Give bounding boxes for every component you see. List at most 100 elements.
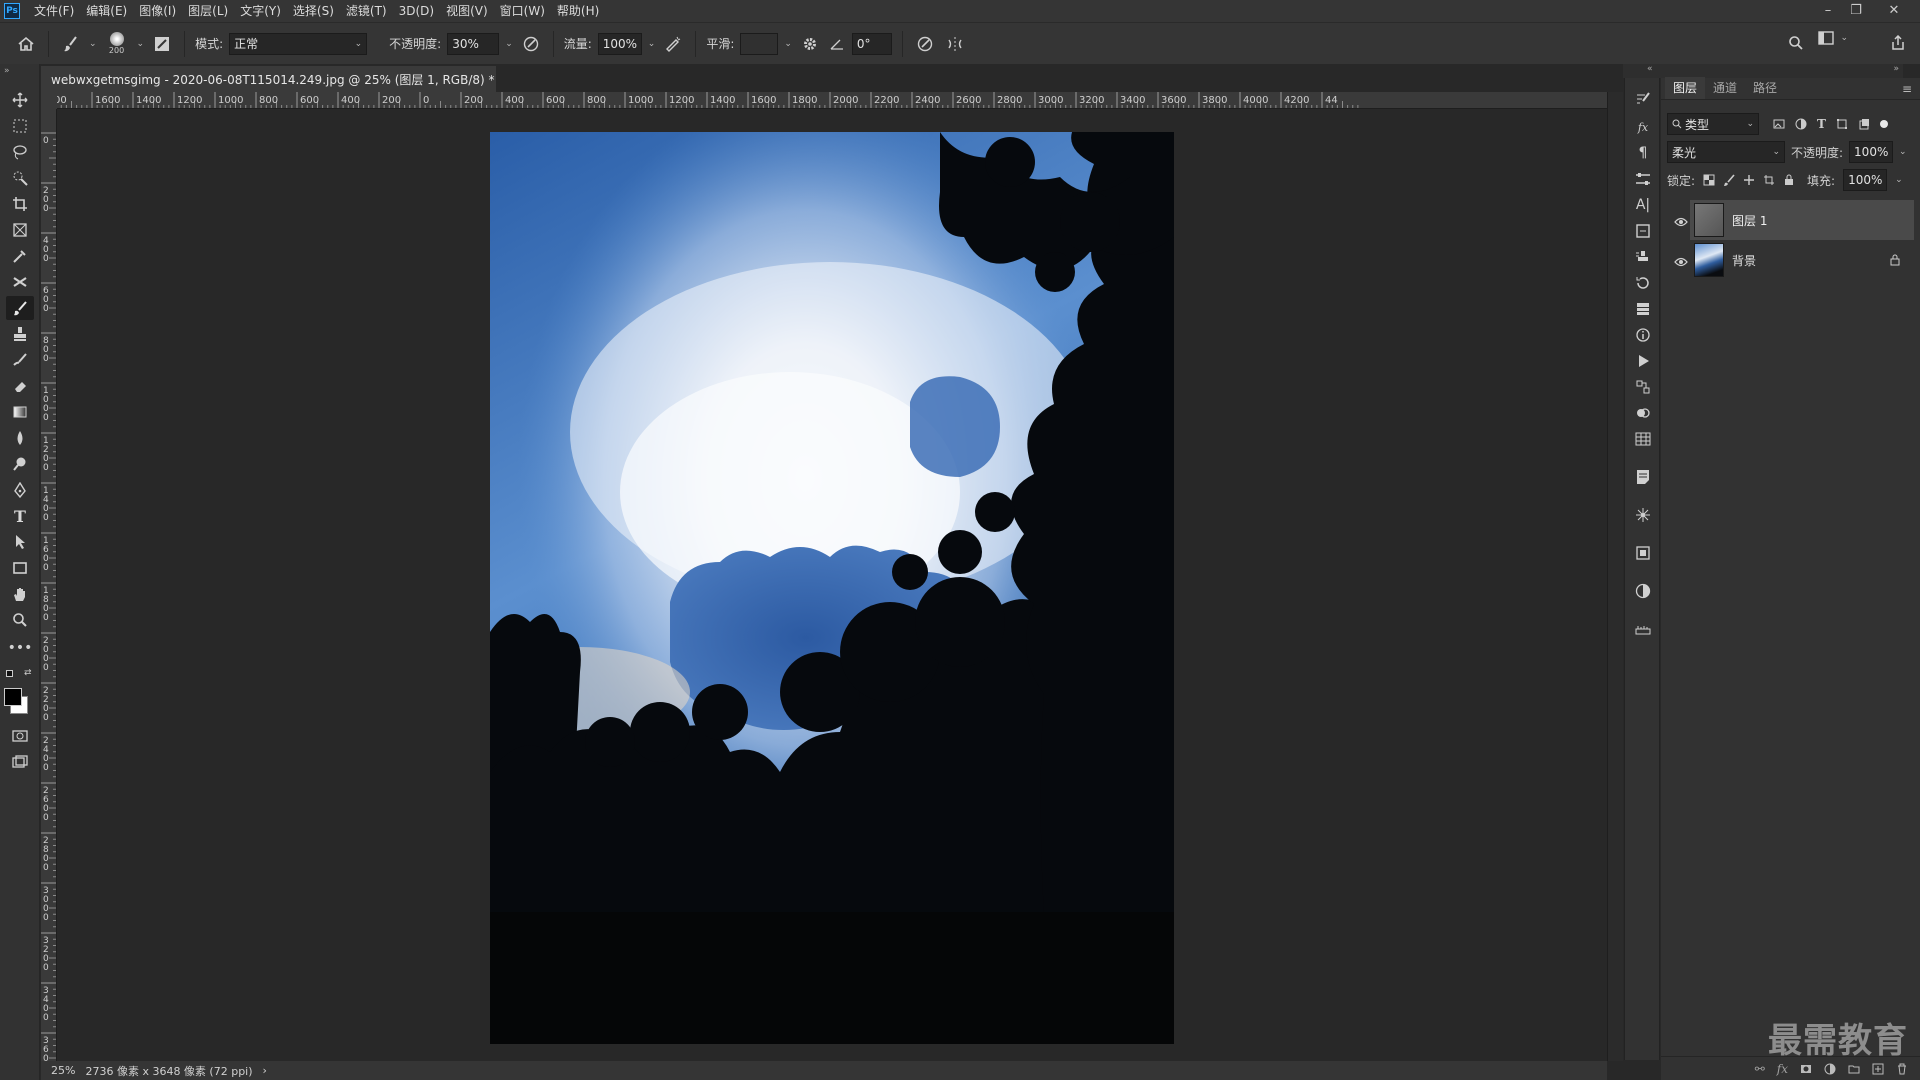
status-menu-arrow[interactable]: › [263, 1064, 267, 1077]
trash-icon[interactable] [1896, 1063, 1908, 1075]
properties-icon[interactable] [1631, 542, 1655, 564]
flow-dropdown-icon[interactable]: ⌄ [648, 39, 656, 49]
menu-item[interactable]: 文件(F) [28, 0, 80, 22]
table-grid-icon[interactable] [1631, 428, 1655, 450]
layer-opacity-dropdown-icon[interactable]: ⌄ [1899, 147, 1907, 157]
path-selection-tool-icon[interactable] [6, 530, 34, 554]
pressure-size-icon[interactable] [913, 32, 937, 56]
marquee-tool-icon[interactable] [6, 114, 34, 138]
gear-icon[interactable] [798, 32, 822, 56]
info-icon[interactable] [1631, 324, 1655, 346]
lock-image-brush-icon[interactable] [1723, 174, 1735, 186]
collapse-dock-icon[interactable]: « [1647, 64, 1653, 74]
healing-brush-tool-icon[interactable] [6, 270, 34, 294]
new-group-icon[interactable] [1848, 1063, 1860, 1075]
clone-source-icon[interactable] [1631, 246, 1655, 268]
menu-item[interactable]: 帮助(H) [551, 0, 605, 22]
glyphs-icon[interactable] [1631, 220, 1655, 242]
frame-tool-icon[interactable] [6, 218, 34, 242]
brush-tool-icon[interactable] [6, 296, 34, 320]
add-layer-style-icon[interactable]: fx [1777, 1062, 1788, 1076]
expand-dock-icon[interactable]: » [1893, 64, 1899, 74]
character-icon[interactable]: A| [1631, 194, 1655, 216]
add-mask-icon[interactable] [1800, 1063, 1812, 1075]
clone-stamp-tool-icon[interactable] [6, 322, 34, 346]
lock-artboard-icon[interactable] [1763, 174, 1775, 186]
layer-row[interactable]: 背景 [1690, 240, 1914, 280]
default-colors-icon[interactable]: ⇄ [6, 668, 34, 682]
adjustments-sliders-icon[interactable] [1631, 168, 1655, 190]
new-adjustment-layer-icon[interactable] [1824, 1063, 1836, 1075]
layer-opacity-input[interactable]: 100% [1849, 141, 1894, 163]
chevron-down-icon[interactable]: ⌄ [137, 39, 145, 49]
restore-button[interactable]: ❐ [1842, 0, 1870, 20]
menu-item[interactable]: 编辑(E) [80, 0, 133, 22]
pen-tool-icon[interactable] [6, 478, 34, 502]
menu-item[interactable]: 图像(I) [133, 0, 182, 22]
eyedropper-tool-icon[interactable] [6, 244, 34, 268]
filter-shape-icon[interactable] [1836, 118, 1848, 130]
foreground-color-swatch[interactable] [4, 688, 22, 706]
paragraph-icon[interactable]: ¶ [1631, 142, 1655, 164]
visibility-eye-icon[interactable] [1673, 214, 1689, 230]
menu-item[interactable]: 窗口(W) [494, 0, 551, 22]
symmetry-icon[interactable] [943, 32, 967, 56]
zoom-level[interactable]: 25% [51, 1064, 75, 1077]
home-icon[interactable] [14, 32, 38, 56]
search-icon[interactable] [1784, 31, 1808, 55]
workspace-switcher[interactable]: ⌄ [1818, 31, 1848, 45]
menu-item[interactable]: 图层(L) [182, 0, 234, 22]
filter-toggle-icon[interactable] [1879, 120, 1888, 128]
brush-settings-icon[interactable] [1631, 88, 1655, 110]
document-tab[interactable]: webwxgetmsgimg - 2020-06-08T115014.249.j… [41, 66, 496, 92]
zoom-tool-icon[interactable] [6, 608, 34, 632]
layer-row[interactable]: 图层 1 [1690, 200, 1914, 240]
eraser-tool-icon[interactable] [6, 374, 34, 398]
airbrush-icon[interactable] [661, 32, 685, 56]
brush-size-picker[interactable]: 200 [103, 32, 131, 55]
tab-channels[interactable]: 通道 [1705, 77, 1745, 99]
flow-input[interactable]: 100% [597, 32, 642, 55]
share-icon[interactable] [1886, 31, 1910, 55]
more-tools-icon[interactable]: ••• [6, 636, 34, 660]
menu-item[interactable]: 视图(V) [440, 0, 494, 22]
fill-dropdown-icon[interactable]: ⌄ [1895, 175, 1903, 185]
visibility-eye-icon[interactable] [1673, 254, 1689, 270]
crop-tool-icon[interactable] [6, 192, 34, 216]
swatches-stack-icon[interactable] [1631, 298, 1655, 320]
opacity-input[interactable]: 30% [447, 32, 500, 55]
blend-mode-select[interactable]: 柔光 ⌄ [1667, 141, 1785, 163]
close-window-button[interactable]: ✕ [1880, 0, 1908, 20]
minimize-button[interactable]: – [1814, 0, 1842, 20]
document-image[interactable] [490, 132, 1174, 1044]
lasso-tool-icon[interactable] [6, 140, 34, 164]
menu-item[interactable]: 滤镜(T) [340, 0, 393, 22]
rectangle-tool-icon[interactable] [6, 556, 34, 580]
fill-input[interactable]: 100% [1843, 169, 1888, 191]
quick-mask-icon[interactable] [6, 724, 34, 748]
vertical-ruler[interactable]: 0 200 400 600 800 1000 1200 1400 1600 1800 2000 220… [41, 109, 57, 1061]
measurement-log-icon[interactable] [1631, 618, 1655, 640]
screen-mode-icon[interactable] [6, 750, 34, 774]
layer-filter-select[interactable]: 类型 ⌄ [1667, 113, 1759, 135]
3d-settings-icon[interactable] [1631, 504, 1655, 526]
tab-paths[interactable]: 路径 [1745, 77, 1785, 99]
notes-icon[interactable] [1631, 466, 1655, 488]
history-icon[interactable] [1631, 272, 1655, 294]
link-layers-icon[interactable]: ⚯ [1755, 1062, 1765, 1076]
brush-preset-icon[interactable] [59, 32, 83, 56]
hand-tool-icon[interactable] [6, 582, 34, 606]
styles-fx-icon[interactable]: fx [1631, 116, 1655, 138]
horizontal-ruler[interactable]: 0016001400120010008006004002000200400600… [57, 92, 1607, 109]
gradient-tool-icon[interactable] [6, 400, 34, 424]
lock-position-icon[interactable] [1743, 174, 1755, 186]
tab-layers[interactable]: 图层 [1665, 77, 1706, 99]
lock-all-icon[interactable] [1783, 174, 1795, 186]
color-wheel-icon[interactable] [1631, 402, 1655, 424]
smoothing-dropdown-icon[interactable]: ⌄ [784, 39, 792, 49]
menu-item[interactable]: 文字(Y) [234, 0, 287, 22]
blur-tool-icon[interactable] [6, 426, 34, 450]
quick-selection-tool-icon[interactable] [6, 166, 34, 190]
type-tool-icon[interactable]: T [6, 504, 34, 528]
timeline-icon[interactable] [1631, 376, 1655, 398]
